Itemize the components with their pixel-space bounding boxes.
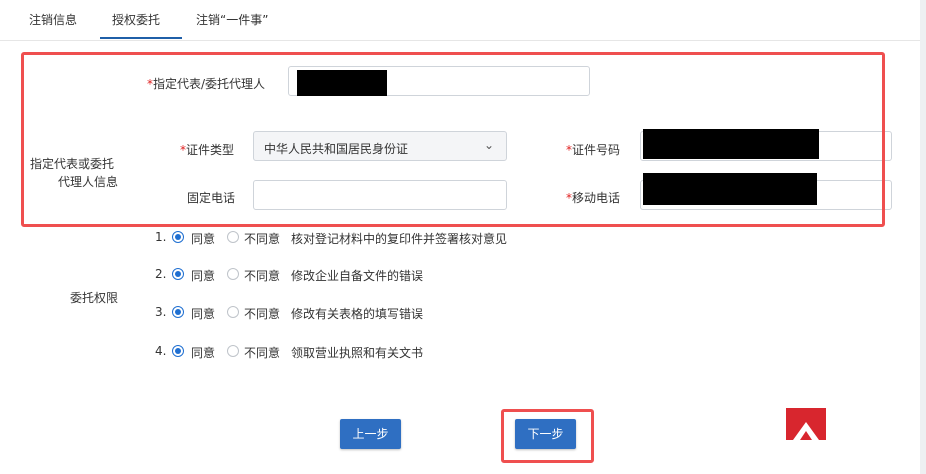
tab-authorization[interactable]: 授权委托 bbox=[112, 11, 160, 28]
prev-button[interactable]: 上一步 bbox=[340, 419, 401, 449]
brand-logo-icon bbox=[786, 408, 826, 440]
agree-radio[interactable] bbox=[172, 345, 184, 357]
permission-text: 修改企业自备文件的错误 bbox=[291, 269, 424, 283]
disagree-radio[interactable] bbox=[227, 345, 239, 357]
tab-bar: 注销信息 授权委托 注销“一件事” bbox=[0, 0, 926, 41]
disagree-label: 不同意 bbox=[244, 269, 281, 283]
tab-one-thing[interactable]: 注销“一件事” bbox=[196, 11, 268, 28]
permission-number: 3. bbox=[155, 305, 167, 319]
disagree-radio[interactable] bbox=[227, 231, 239, 243]
tab-cancel-info[interactable]: 注销信息 bbox=[29, 11, 77, 28]
agree-label: 同意 bbox=[191, 269, 216, 283]
agree-radio[interactable] bbox=[172, 231, 184, 243]
permissions-label: 委托权限 bbox=[70, 291, 119, 305]
agree-label: 同意 bbox=[191, 307, 216, 321]
permission-text: 核对登记材料中的复印件并签署核对意见 bbox=[291, 232, 508, 246]
scrollbar-track[interactable] bbox=[920, 0, 926, 474]
disagree-label: 不同意 bbox=[244, 346, 281, 360]
highlight-box-agent bbox=[21, 52, 885, 227]
disagree-label: 不同意 bbox=[244, 307, 281, 321]
permission-number: 4. bbox=[155, 344, 167, 358]
disagree-label: 不同意 bbox=[244, 232, 281, 246]
permission-number: 1. bbox=[155, 230, 167, 244]
highlight-box-next bbox=[501, 409, 594, 463]
disagree-radio[interactable] bbox=[227, 268, 239, 280]
active-tab-indicator bbox=[100, 37, 182, 39]
disagree-radio[interactable] bbox=[227, 306, 239, 318]
agree-radio[interactable] bbox=[172, 306, 184, 318]
agree-radio[interactable] bbox=[172, 268, 184, 280]
agree-label: 同意 bbox=[191, 232, 216, 246]
permission-number: 2. bbox=[155, 267, 167, 281]
permission-text: 修改有关表格的填写错误 bbox=[291, 307, 424, 321]
agree-label: 同意 bbox=[191, 346, 216, 360]
permission-text: 领取营业执照和有关文书 bbox=[291, 346, 424, 360]
